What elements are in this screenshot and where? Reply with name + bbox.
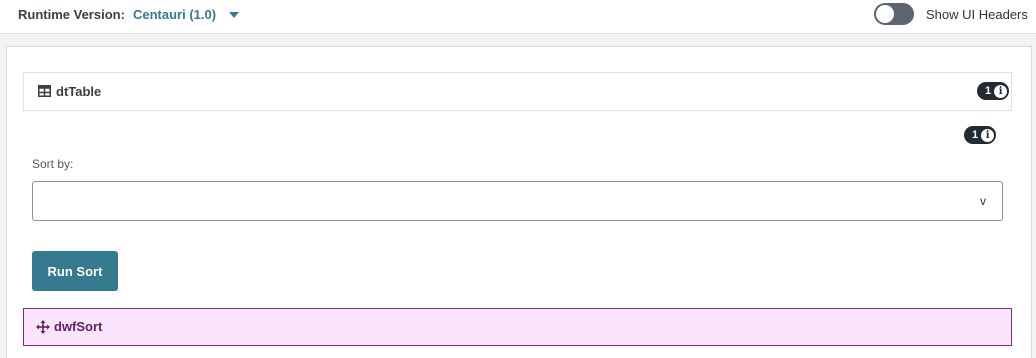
table-icon [38, 85, 51, 97]
chevron-down-icon: v [980, 194, 986, 208]
dwf-sort-bar[interactable]: dwfSort [23, 308, 1012, 346]
move-icon[interactable] [36, 320, 50, 334]
dwf-title: dwfSort [54, 319, 103, 334]
badge-count: 1 [972, 129, 979, 141]
component-header-dttable: dtTable 1 i [23, 72, 1012, 111]
app-canvas: dtTable 1 i 1 i Sort by: v Run Sort dwfS… [6, 46, 1032, 358]
top-bar: Runtime Version: Centauri (1.0) Show UI … [0, 0, 1036, 34]
show-ui-headers-toggle[interactable] [874, 3, 914, 25]
toggle-knob [876, 5, 894, 23]
runtime-version-label: Runtime Version: [18, 7, 125, 22]
component-title: dtTable [56, 84, 102, 99]
caret-down-icon[interactable] [229, 12, 239, 18]
badge-count: 1 [985, 85, 992, 97]
show-ui-headers-label: Show UI Headers [926, 7, 1028, 22]
info-icon: i [981, 128, 995, 142]
sort-by-label: Sort by: [32, 157, 74, 171]
sort-info-badge[interactable]: 1 i [964, 126, 997, 144]
info-badge[interactable]: 1 i [977, 82, 1010, 100]
info-icon: i [994, 84, 1008, 98]
run-sort-button[interactable]: Run Sort [32, 251, 118, 291]
sort-by-select[interactable]: v [32, 181, 1003, 221]
runtime-version-dropdown[interactable]: Centauri (1.0) [133, 7, 216, 22]
